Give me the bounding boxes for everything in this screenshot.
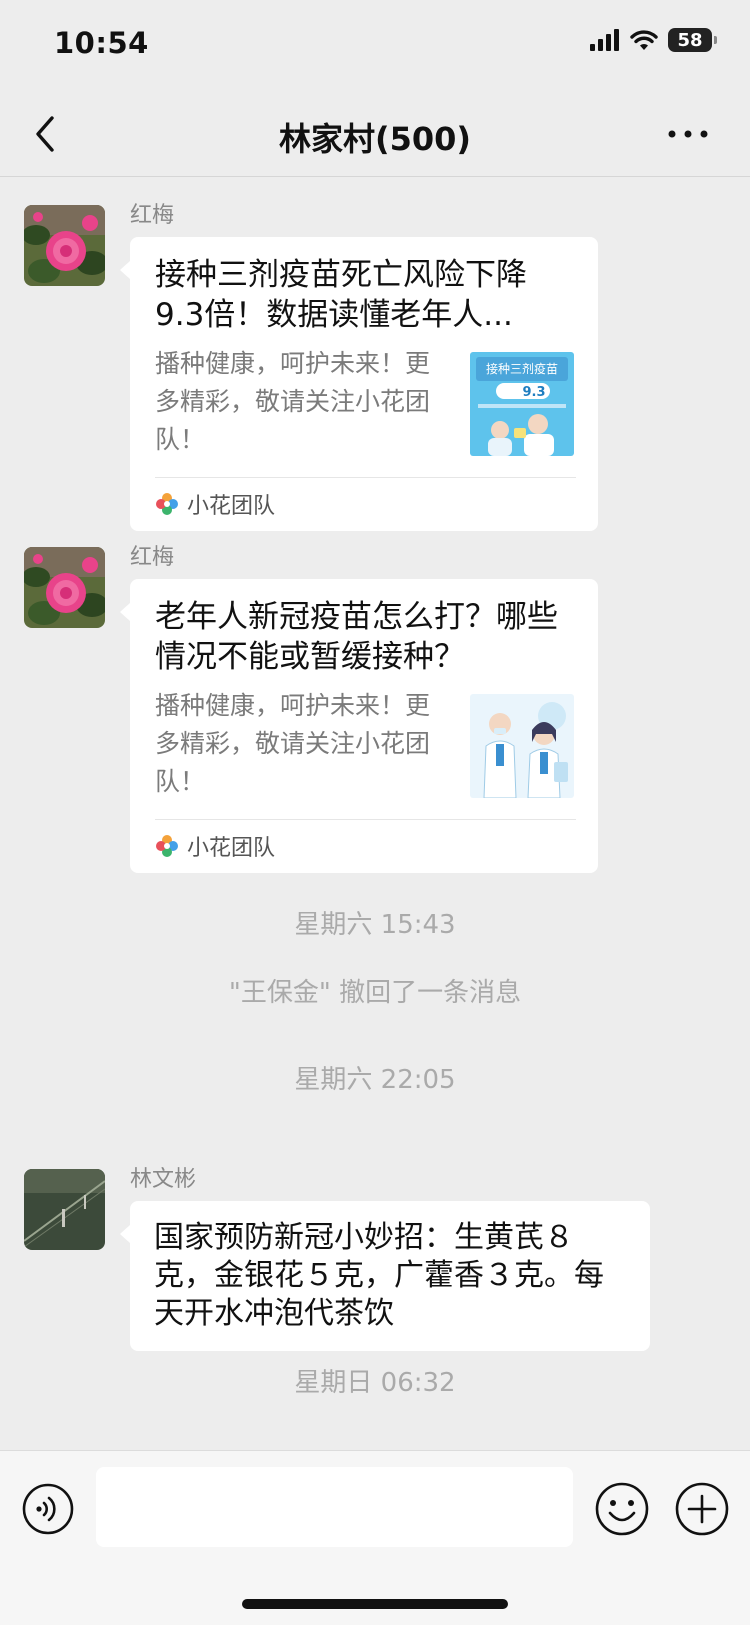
card-divider [155, 819, 576, 820]
battery-icon: 58 [668, 28, 717, 52]
card-description: 播种健康，呵护未来！更多精彩，敬请关注小花团队！ [155, 349, 431, 454]
avatar[interactable] [24, 205, 105, 286]
card-source: 小花团队 [155, 825, 275, 867]
card-description: 播种健康，呵护未来！更多精彩，敬请关注小花团队！ [155, 691, 431, 796]
more-dots-icon [668, 130, 708, 138]
system-timestamp: 星期六 22:05 [294, 1065, 456, 1095]
avatar[interactable] [24, 547, 105, 628]
emoji-button[interactable] [594, 1481, 650, 1537]
landscape-avatar-icon [24, 1169, 105, 1250]
voice-icon [22, 1483, 74, 1535]
voice-button[interactable] [22, 1483, 74, 1535]
flower-avatar-icon [24, 205, 105, 286]
plus-icon [675, 1482, 729, 1536]
card-source-label: 小花团队 [187, 494, 276, 519]
card-thumbnail [470, 694, 574, 798]
more-functions-button[interactable] [674, 1481, 730, 1537]
status-icons: 58 [590, 28, 717, 52]
vaccine-infographic-thumbnail: 接种三剂疫苗 9.3 [470, 352, 574, 456]
doctors-illustration-thumbnail [470, 694, 574, 798]
text-message[interactable]: 国家预防新冠小妙招：生黄芪８克，金银花５克，广藿香３克。每天开水冲泡代茶饮 [120, 1201, 650, 1351]
sender-name: 红梅 [130, 545, 175, 570]
flower-avatar-icon [24, 547, 105, 628]
card-title: 接种三剂疫苗死亡风险下降9.3倍！数据读懂老年人... [155, 257, 527, 333]
card-divider [155, 477, 576, 478]
emoji-icon [595, 1482, 649, 1536]
system-timestamp: 星期日 06:32 [294, 1368, 456, 1398]
home-indicator[interactable] [242, 1599, 508, 1609]
recall-notice: "王保金" 撤回了一条消息 [228, 978, 522, 1008]
mini-program-icon [156, 835, 178, 857]
message-input[interactable] [96, 1467, 573, 1547]
card-source-label: 小花团队 [187, 836, 276, 861]
nav-bar: 林家村(500) [0, 92, 750, 177]
thumbnail-number: 9.3 [522, 385, 545, 400]
status-bar: 10:54 58 [0, 0, 750, 92]
card-title: 老年人新冠疫苗怎么打？哪些情况不能或暂缓接种？ [155, 599, 558, 675]
card-thumbnail: 接种三剂疫苗 9.3 [470, 352, 574, 456]
status-time: 10:54 [54, 26, 149, 60]
card-source: 小花团队 [155, 483, 275, 525]
thumbnail-heading: 接种三剂疫苗 [486, 361, 558, 376]
avatar[interactable] [24, 1169, 105, 1250]
mini-program-icon [156, 493, 178, 515]
input-bar [0, 1450, 750, 1625]
system-timestamp: 星期六 15:43 [294, 910, 456, 940]
article-card[interactable]: 老年人新冠疫苗怎么打？哪些情况不能或暂缓接种？ 播种健康，呵护未来！更多精彩，敬… [120, 579, 598, 873]
chat-area[interactable]: 红梅 接种三剂疫苗死亡风险下降9.3倍！数据读懂老年人... 播种健康，呵护未来… [0, 177, 750, 1449]
article-card[interactable]: 接种三剂疫苗死亡风险下降9.3倍！数据读懂老年人... 播种健康，呵护未来！更多… [120, 237, 598, 531]
wifi-icon [630, 30, 658, 50]
signal-icon [590, 29, 619, 51]
sender-name: 林文彬 [130, 1167, 197, 1192]
chat-title: 林家村(500) [278, 120, 472, 158]
sender-name: 红梅 [130, 203, 175, 228]
more-button[interactable] [664, 114, 712, 154]
